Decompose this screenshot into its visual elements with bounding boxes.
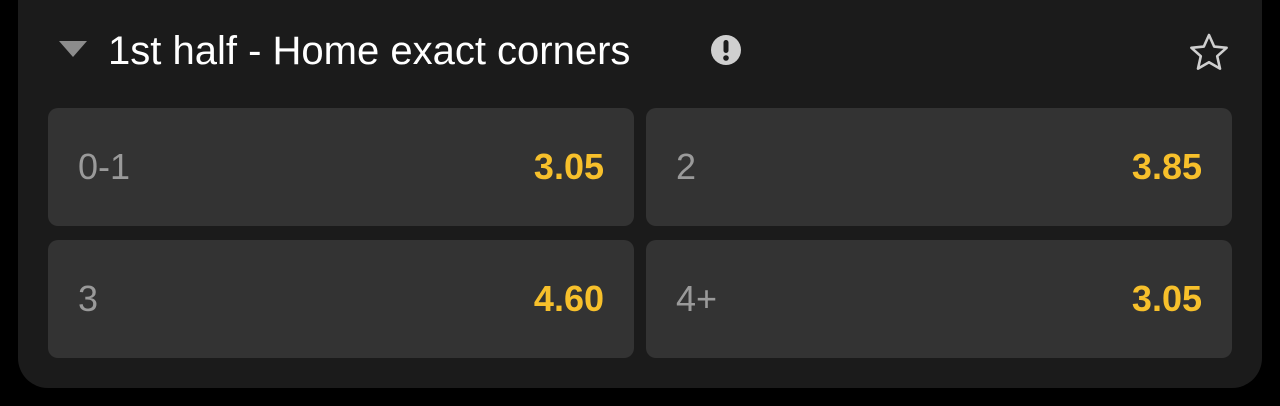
market-header: 1st half - Home exact corners — [18, 0, 1262, 104]
market-title: 1st half - Home exact corners — [108, 29, 631, 73]
outcome-label: 2 — [676, 146, 697, 187]
outcome-label: 3 — [78, 278, 99, 319]
exclamation-circle-icon[interactable] — [710, 34, 742, 66]
outcome-label: 4+ — [676, 278, 718, 319]
triangle-down-icon[interactable] — [58, 38, 88, 62]
outcome-label: 0-1 — [78, 146, 131, 187]
outcome-odds: 3.05 — [1131, 278, 1202, 319]
outcome-odds: 4.60 — [533, 278, 604, 319]
market-panel: 1st half - Home exact corners 0-1 3.05 2… — [18, 0, 1262, 388]
outcome-button-3[interactable]: 3 4.60 — [48, 240, 634, 358]
outcome-button-2[interactable]: 2 3.85 — [646, 108, 1232, 226]
outcome-button-4-plus[interactable]: 4+ 3.05 — [646, 240, 1232, 358]
star-outline-icon[interactable] — [1188, 32, 1230, 72]
outcomes-grid: 0-1 3.05 2 3.85 3 4.60 4+ 3.05 — [48, 108, 1232, 358]
outcome-odds: 3.05 — [533, 146, 604, 187]
outcome-button-0-1[interactable]: 0-1 3.05 — [48, 108, 634, 226]
outcome-odds: 3.85 — [1131, 146, 1202, 187]
